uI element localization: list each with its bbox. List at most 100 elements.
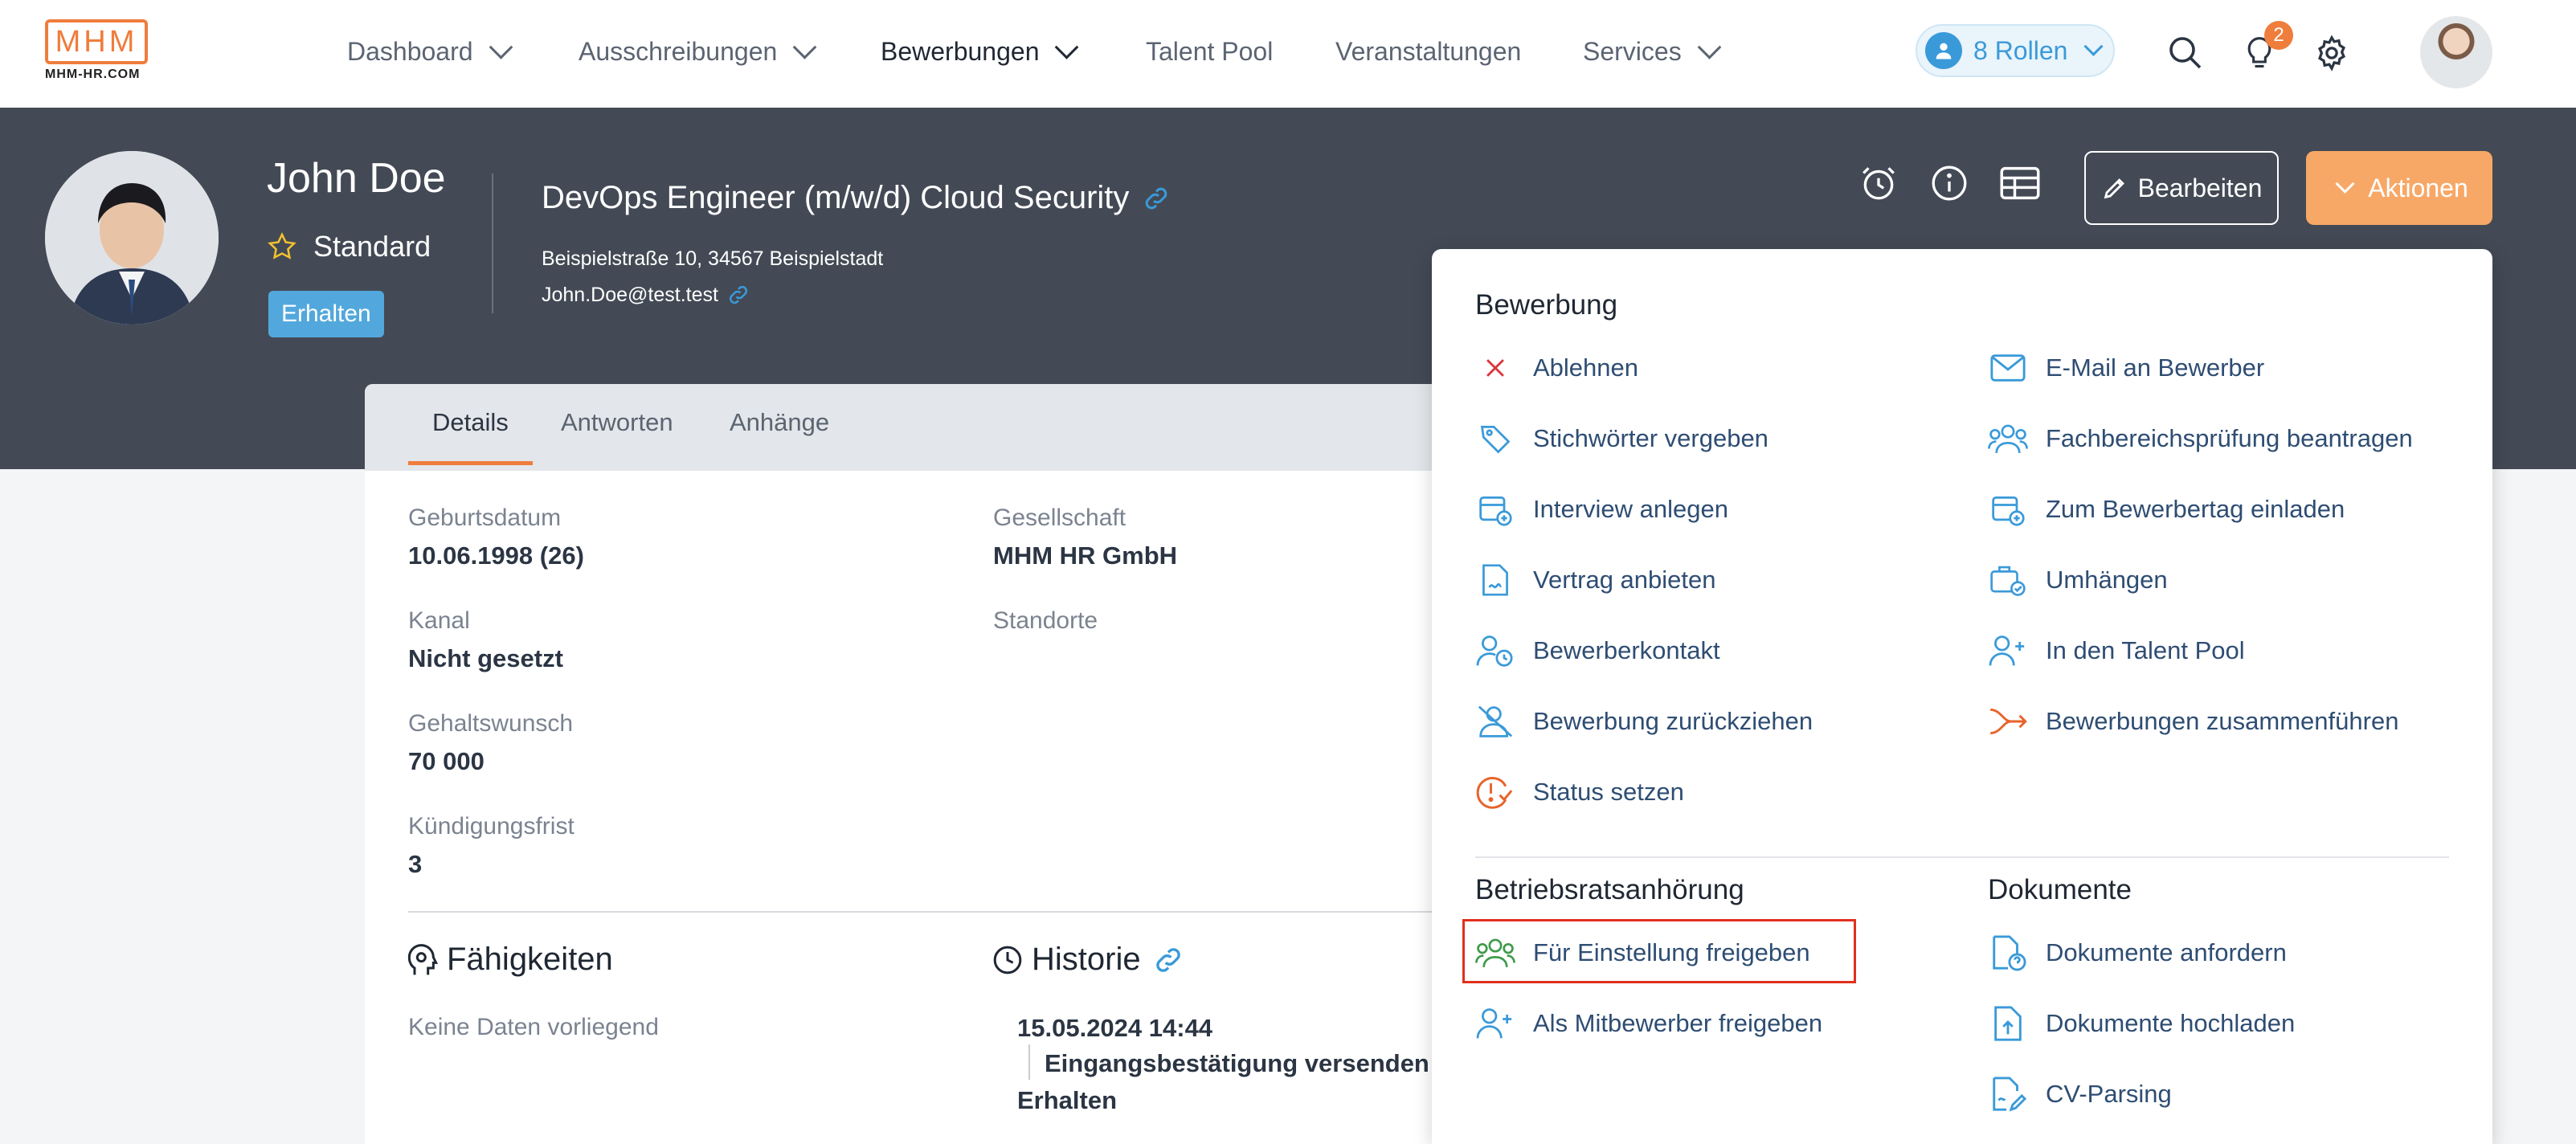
link-icon[interactable] — [1149, 944, 1188, 976]
menu-item-label: Bewerbung zurückziehen — [1533, 707, 1813, 735]
skills-heading: Fähigkeiten — [407, 942, 613, 978]
menu-item-label: Stichwörter vergeben — [1533, 424, 1768, 452]
company-value: MHM HR GmbH — [993, 541, 1178, 570]
menu-item-invite-day[interactable]: Zum Bewerbertag einladen — [1988, 485, 2345, 533]
briefcase-check-icon — [1988, 560, 2028, 600]
notice-period-label: Kündigungsfrist — [408, 813, 574, 840]
chevron-down-icon — [489, 35, 513, 59]
candidate-rating[interactable]: Standard — [267, 230, 431, 264]
menu-item-merge[interactable]: Bewerbungen zusammenführen — [1988, 697, 2398, 746]
document-signature-icon — [1475, 560, 1515, 600]
nav-label: Services — [1583, 37, 1682, 66]
menu-item-upload-documents[interactable]: Dokumente hochladen — [1988, 999, 2295, 1048]
mhm-logo[interactable]: MHM MHM-HR.COM — [45, 19, 157, 88]
menu-item-email-candidate[interactable]: E-Mail an Bewerber — [1988, 344, 2264, 392]
menu-item-label: In den Talent Pool — [2046, 636, 2245, 664]
nav-services[interactable]: Services — [1583, 29, 1722, 74]
notification-badge: 2 — [2264, 21, 2293, 50]
menu-item-contract[interactable]: Vertrag anbieten — [1475, 556, 1716, 604]
users-group-icon — [1988, 419, 2028, 459]
chevron-down-icon — [2083, 36, 2104, 56]
search-icon[interactable] — [2163, 31, 2208, 76]
menu-item-label: Zum Bewerbertag einladen — [2046, 495, 2345, 523]
link-icon — [1146, 187, 1167, 209]
header-divider — [492, 174, 493, 313]
menu-section-documents: Dokumente — [1988, 874, 2132, 905]
menu-item-set-status[interactable]: Status setzen — [1475, 768, 1684, 816]
clock-icon — [993, 946, 1022, 974]
document-question-icon — [1988, 933, 2028, 973]
alarm-clock-icon[interactable] — [1854, 159, 1903, 207]
logo-subtitle: MHM-HR.COM — [45, 67, 141, 81]
history-date: 15.05.2024 14:44 — [1017, 1014, 1213, 1042]
tab-anhaenge[interactable]: Anhänge — [730, 408, 829, 461]
calendar-add-icon — [1475, 489, 1515, 529]
user-slash-icon — [1475, 701, 1515, 742]
history-timeline — [1028, 1044, 1030, 1080]
tab-antworten[interactable]: Antworten — [561, 408, 673, 461]
actions-button[interactable]: Aktionen — [2306, 151, 2492, 225]
menu-item-candidate-contact[interactable]: Bewerberkontakt — [1475, 627, 1720, 675]
info-icon[interactable] — [1925, 159, 1973, 207]
actions-label: Aktionen — [2368, 173, 2468, 202]
tag-icon — [1475, 419, 1515, 459]
menu-item-release-hiring[interactable]: Für Einstellung freigeben — [1475, 929, 1810, 977]
head-gear-icon — [407, 943, 439, 974]
nav-veranstaltungen[interactable]: Veranstaltungen — [1335, 29, 1521, 74]
top-navigation: MHM MHM-HR.COM Dashboard Ausschreibungen… — [0, 0, 2576, 108]
close-icon — [1475, 348, 1515, 388]
document-upload-icon — [1988, 1003, 2028, 1044]
menu-item-release-competitor[interactable]: Als Mitbewerber freigeben — [1475, 999, 1822, 1048]
salary-label: Gehaltswunsch — [408, 710, 574, 737]
tab-details[interactable]: Details — [408, 408, 533, 465]
menu-item-label: Interview anlegen — [1533, 495, 1728, 523]
user-roles-icon — [1925, 32, 1962, 69]
nav-bewerbungen[interactable]: Bewerbungen — [881, 29, 1079, 74]
section-divider — [408, 911, 1506, 913]
channel-label: Kanal — [408, 607, 470, 634]
menu-item-request-documents[interactable]: Dokumente anfordern — [1988, 929, 2287, 977]
roles-selector[interactable]: 8 Rollen — [1916, 24, 2115, 77]
chevron-down-icon — [1697, 35, 1722, 59]
document-edit-icon — [1988, 1074, 2028, 1114]
menu-item-interview[interactable]: Interview anlegen — [1475, 485, 1728, 533]
menu-section-works-council: Betriebsratsanhörung — [1475, 874, 1744, 905]
nav-dashboard[interactable]: Dashboard — [347, 29, 513, 74]
menu-item-tags[interactable]: Stichwörter vergeben — [1475, 415, 1768, 463]
candidate-photo — [45, 151, 219, 325]
job-title-text: DevOps Engineer (m/w/d) Cloud Security — [542, 180, 1130, 215]
user-add-icon — [1988, 631, 2028, 671]
notice-period-value: 3 — [408, 850, 423, 878]
company-label: Gesellschaft — [993, 505, 1126, 531]
user-add-icon — [1475, 1003, 1515, 1044]
candidate-name: John Doe — [267, 155, 446, 202]
menu-item-talent-pool[interactable]: In den Talent Pool — [1988, 627, 2245, 675]
candidate-email[interactable]: John.Doe@test.test — [542, 283, 750, 307]
nav-ausschreibungen[interactable]: Ausschreibungen — [579, 29, 817, 74]
menu-item-reject[interactable]: Ablehnen — [1475, 344, 1638, 392]
email-text: John.Doe@test.test — [542, 283, 718, 306]
chevron-down-icon — [1055, 35, 1079, 59]
history-status: Erhalten — [1017, 1086, 1118, 1114]
locations-label: Standorte — [993, 607, 1098, 634]
history-heading: Historie — [992, 942, 1188, 978]
rating-label: Standard — [313, 230, 431, 263]
menu-item-label: CV-Parsing — [2046, 1080, 2172, 1108]
menu-item-reassign[interactable]: Umhängen — [1988, 556, 2168, 604]
table-icon[interactable] — [1996, 159, 2044, 207]
edit-label: Bearbeiten — [2137, 173, 2263, 202]
nav-talent-pool[interactable]: Talent Pool — [1146, 29, 1273, 74]
menu-item-withdraw[interactable]: Bewerbung zurückziehen — [1475, 697, 1813, 746]
gear-icon[interactable] — [2309, 31, 2354, 76]
menu-item-label: Für Einstellung freigeben — [1533, 938, 1810, 966]
menu-item-department-review[interactable]: Fachbereichsprüfung beantragen — [1988, 415, 2413, 463]
lightbulb-icon[interactable]: 2 — [2237, 21, 2293, 76]
edit-button[interactable]: Bearbeiten — [2084, 151, 2279, 225]
menu-item-cv-parsing[interactable]: CV-Parsing — [1988, 1070, 2172, 1118]
menu-item-label: Status setzen — [1533, 778, 1684, 806]
user-avatar[interactable] — [2420, 16, 2492, 88]
menu-section-application: Bewerbung — [1475, 289, 1618, 321]
history-title: Historie — [1032, 942, 1141, 977]
history-event: Eingangsbestätigung versenden — [1045, 1049, 1429, 1077]
job-title[interactable]: DevOps Engineer (m/w/d) Cloud Security — [542, 180, 1171, 216]
